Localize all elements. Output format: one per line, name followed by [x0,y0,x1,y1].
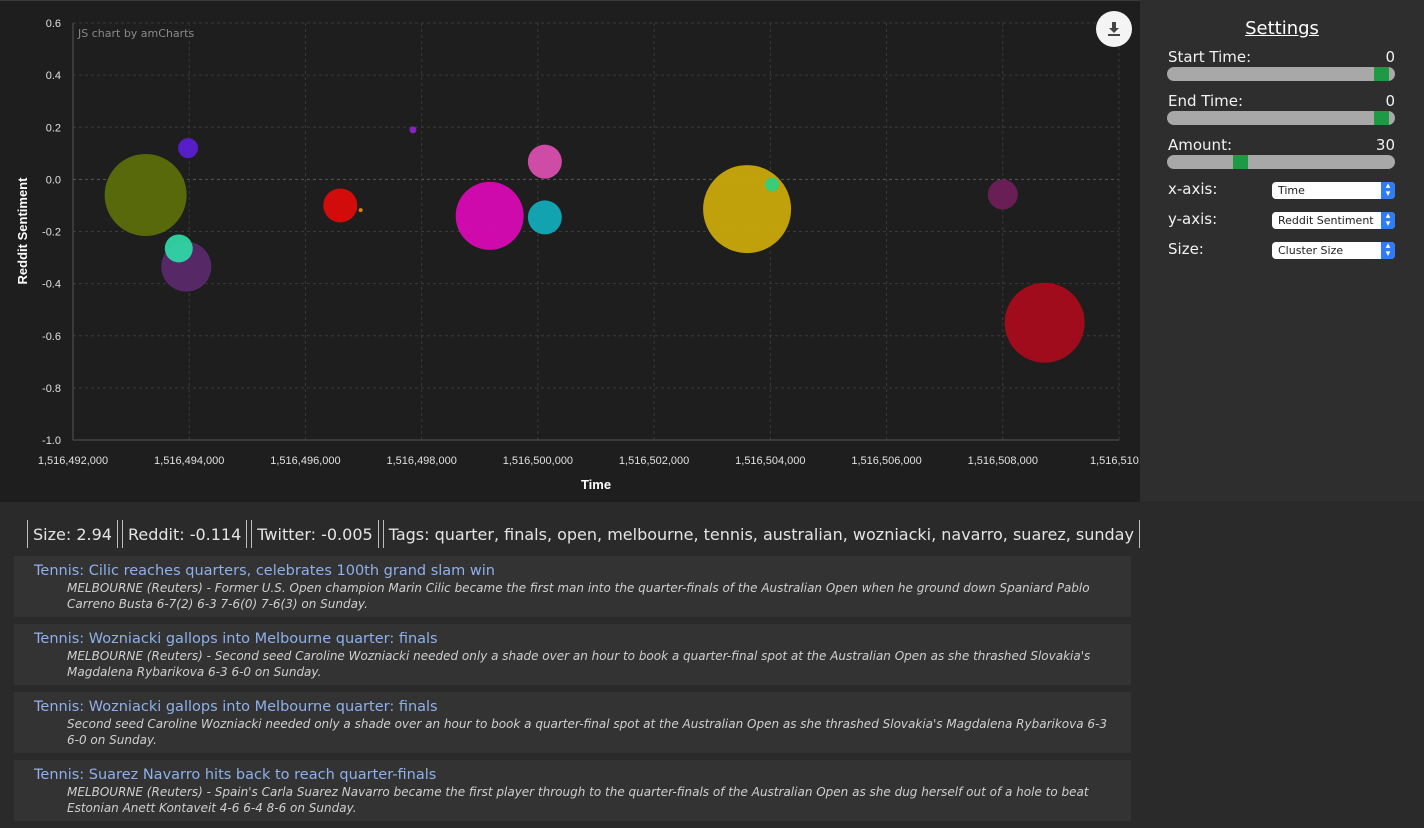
size-select-value: Cluster Size [1278,244,1344,257]
start-time-slider-thumb[interactable] [1374,67,1389,81]
y-tick-label: -0.2 [42,227,61,239]
amount-value: 30 [1375,136,1395,154]
download-button[interactable] [1096,11,1132,47]
select-arrows-icon: ▴ ▾ [1381,242,1395,259]
select-arrows-icon: ▴ ▾ [1381,212,1395,229]
news-description: MELBOURNE (Reuters) - Second seed Caroli… [67,649,1091,679]
bubble-point[interactable] [164,234,193,263]
chart-grid [72,22,1120,441]
y-tick-label: -0.8 [42,383,61,395]
info-reddit: Reddit: -0.114 [121,520,248,548]
news-title-link[interactable]: Tennis: Cilic reaches quarters, celebrat… [34,563,1111,580]
size-select[interactable]: Cluster Size ▴ ▾ [1272,242,1395,259]
bubble-point[interactable] [527,144,562,179]
bubble-point[interactable] [1004,282,1085,363]
news-item: Tennis: Suarez Navarro hits back to reac… [14,760,1131,821]
amount-label: Amount: [1168,136,1232,154]
start-time-row: Start Time: 0 [1168,48,1395,66]
bubble-point[interactable] [323,188,358,223]
y-tick-label: 0.6 [46,18,61,30]
y-axis-label: y-axis: [1168,210,1218,228]
bubble-chart: 0.6 0.4 0.2 0.0 -0.2 -0.4 -0.6 -0.8 -1.0 1,516,49… [15,18,1140,492]
news-description: MELBOURNE (Reuters) - Former U.S. Open c… [67,581,1090,611]
info-tags: Tags: quarter, finals, open, melbourne, … [382,520,1140,548]
download-icon [1108,22,1120,36]
start-time-label: Start Time: [1168,48,1252,66]
bubble-point[interactable] [527,200,562,235]
chart-points[interactable] [104,126,1085,363]
y-axis-title: Reddit Sentiment [15,177,30,285]
x-tick-label: 1,516,500,000 [503,455,573,467]
bubble-point[interactable] [358,208,363,213]
chart-credit[interactable]: JS chart by amCharts [78,27,194,40]
y-tick-label: 0.4 [46,70,61,82]
bubble-point[interactable] [765,177,780,192]
x-tick-label: 1,516,502,000 [619,455,689,467]
amount-slider-thumb[interactable] [1233,155,1248,169]
bubble-point[interactable] [455,181,524,250]
end-time-label: End Time: [1168,92,1244,110]
x-tick-label: 1,516,492,000 [38,455,108,467]
news-title-link[interactable]: Tennis: Suarez Navarro hits back to reac… [34,767,1111,784]
y-tick-label: -0.4 [42,279,61,291]
news-title-link[interactable]: Tennis: Wozniacki gallops into Melbourne… [34,699,1111,716]
x-tick-label: 1,516,506,000 [851,455,921,467]
news-item: Tennis: Wozniacki gallops into Melbourne… [14,692,1131,753]
cluster-info-bar: Size: 2.94 Reddit: -0.114 Twitter: -0.00… [27,520,1144,548]
news-description: MELBOURNE (Reuters) - Spain's Carla Suar… [67,785,1089,815]
news-description: Second seed Caroline Wozniacki needed on… [67,717,1107,747]
bubble-point[interactable] [178,138,199,159]
x-axis-select-value: Time [1278,184,1305,197]
info-twitter: Twitter: -0.005 [251,520,379,548]
y-tick-label: 0.2 [46,122,61,134]
y-tick-label: -1.0 [42,435,61,447]
start-time-slider[interactable] [1167,67,1395,81]
settings-panel: Settings Start Time: 0 End Time: 0 Amoun… [1140,0,1424,501]
y-tick-label: -0.6 [42,331,61,343]
news-list: Tennis: Cilic reaches quarters, celebrat… [14,556,1131,828]
bubble-point[interactable] [703,165,792,254]
x-tick-label: 1,516,508,000 [968,455,1038,467]
end-time-slider[interactable] [1167,111,1395,125]
chart-panel: 0.6 0.4 0.2 0.0 -0.2 -0.4 -0.6 -0.8 -1.0 1,516,49… [0,0,1140,502]
x-axis-label: x-axis: [1168,180,1218,198]
x-axis-title: Time [581,477,611,492]
y-axis-select[interactable]: Reddit Sentiment ▴ ▾ [1272,212,1395,229]
select-arrows-icon: ▴ ▾ [1381,182,1395,199]
bubble-point[interactable] [104,154,187,237]
x-tick-label: 1,516,498,000 [386,455,456,467]
end-time-slider-thumb[interactable] [1374,111,1389,125]
x-axis-select[interactable]: Time ▴ ▾ [1272,182,1395,199]
chart-axes: 0.6 0.4 0.2 0.0 -0.2 -0.4 -0.6 -0.8 -1.0 1,516,49… [38,18,1140,467]
x-tick-label: 1,516,496,000 [270,455,340,467]
x-tick-label: 1,516,494,000 [154,455,224,467]
y-tick-label: 0.0 [46,174,61,186]
start-time-value: 0 [1385,48,1395,66]
x-tick-label: 1,516,510,0 [1090,455,1140,467]
y-axis-select-value: Reddit Sentiment [1278,214,1374,227]
news-item: Tennis: Wozniacki gallops into Melbourne… [14,624,1131,685]
end-time-row: End Time: 0 [1168,92,1395,110]
x-tick-label: 1,516,504,000 [735,455,805,467]
settings-title: Settings [1245,18,1319,39]
size-label: Size: [1168,240,1204,258]
end-time-value: 0 [1385,92,1395,110]
news-item: Tennis: Cilic reaches quarters, celebrat… [14,556,1131,617]
bubble-point[interactable] [987,179,1018,210]
news-title-link[interactable]: Tennis: Wozniacki gallops into Melbourne… [34,631,1111,648]
bubble-point[interactable] [409,126,417,134]
info-size: Size: 2.94 [27,520,118,548]
amount-slider[interactable] [1167,155,1395,169]
amount-row: Amount: 30 [1168,136,1395,154]
